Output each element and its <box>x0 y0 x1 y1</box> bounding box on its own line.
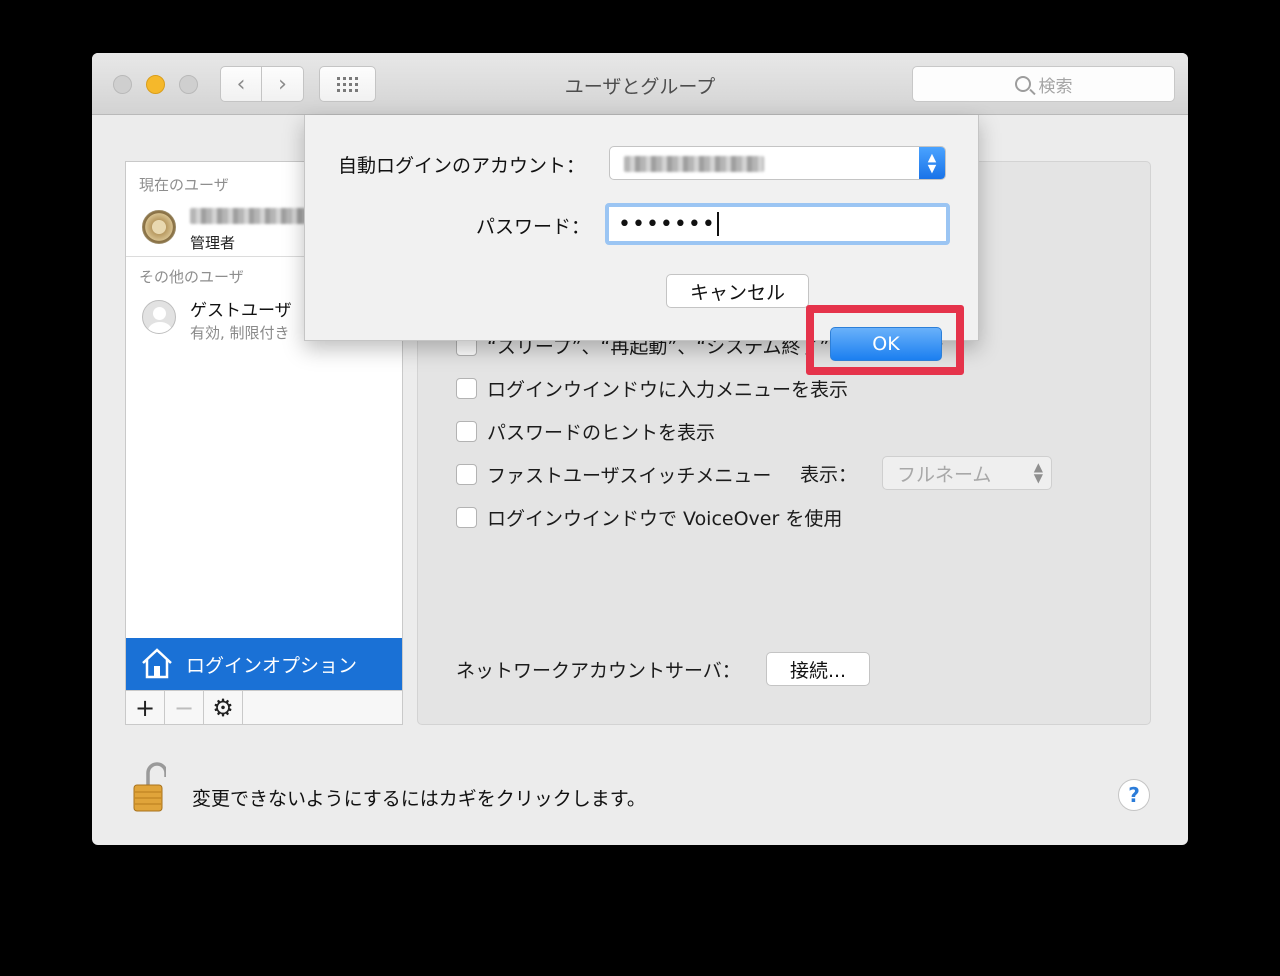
network-server-label: ネットワークアカウントサーバ： <box>456 660 741 682</box>
checkbox[interactable] <box>456 464 477 485</box>
checkbox-row[interactable]: ログインウインドウに入力メニューを表示 <box>456 375 848 402</box>
avatar <box>142 210 176 244</box>
user-name <box>190 208 310 229</box>
guest-name: ゲストユーザ <box>190 301 292 321</box>
remove-user-button[interactable]: − <box>165 691 204 725</box>
show-as-value: フルネーム <box>897 463 992 486</box>
checkbox[interactable] <box>456 421 477 442</box>
password-label: パスワード： <box>476 216 591 238</box>
search-placeholder: 検索 <box>1038 76 1073 97</box>
password-field[interactable]: ••••••• <box>605 203 950 245</box>
other-users-header: その他のユーザ <box>139 268 244 286</box>
current-users-header: 現在のユーザ <box>139 176 229 194</box>
help-button[interactable]: ? <box>1118 779 1150 811</box>
checkbox-row[interactable]: パスワードのヒントを表示 <box>456 418 715 445</box>
search-icon <box>1014 76 1031 92</box>
ok-button[interactable]: OK <box>830 327 942 361</box>
checkbox-label: パスワードのヒントを表示 <box>487 422 716 444</box>
checkbox-label: ログインウインドウに入力メニューを表示 <box>487 379 849 401</box>
checkbox-label: ログインウインドウで VoiceOver を使用 <box>487 508 843 530</box>
search-field[interactable]: 検索 <box>912 66 1175 102</box>
checkbox-label: ファストユーザスイッチメニュー <box>487 465 772 487</box>
lock-icon[interactable] <box>132 759 166 813</box>
text-cursor <box>716 212 719 236</box>
guest-avatar-icon <box>142 300 176 334</box>
preferences-window: ‹ › ユーザとグループ 検索 現在のユーザ 管理者 その他のユーザ ゲストユー… <box>92 53 1188 845</box>
guest-status: 有効, 制限付き <box>190 324 290 342</box>
sidebar-toolbar: + − ⚙ <box>126 690 402 725</box>
house-icon <box>142 648 172 679</box>
checkbox[interactable] <box>456 378 477 399</box>
login-options-item[interactable]: ログインオプション <box>126 638 402 690</box>
updown-arrows-icon: ▲ ▼ <box>919 147 945 179</box>
show-as-popup[interactable]: フルネーム ▲ ▼ <box>882 456 1052 490</box>
lock-status-text: 変更できないようにするにはカギをクリックします。 <box>192 788 646 810</box>
redacted-account-name <box>624 156 764 172</box>
auto-login-account-popup[interactable]: ▲ ▼ <box>609 146 946 180</box>
title-bar: ‹ › ユーザとグループ 検索 <box>92 53 1188 115</box>
add-user-button[interactable]: + <box>126 691 165 725</box>
password-value: ••••••• <box>618 211 716 237</box>
checkbox-row[interactable]: ログインウインドウで VoiceOver を使用 <box>456 504 842 531</box>
cancel-button[interactable]: キャンセル <box>666 274 809 308</box>
login-options-label: ログインオプション <box>186 654 358 677</box>
updown-arrows-icon: ▲ ▼ <box>1033 460 1043 485</box>
checkbox[interactable] <box>456 507 477 528</box>
gear-icon[interactable]: ⚙ <box>204 691 243 725</box>
redacted-name <box>190 208 310 224</box>
show-label: 表示： <box>800 464 858 486</box>
user-role: 管理者 <box>190 234 236 252</box>
connect-button[interactable]: 接続... <box>766 652 870 686</box>
checkbox-row[interactable]: ファストユーザスイッチメニュー <box>456 461 771 488</box>
auto-login-label: 自動ログインのアカウント： <box>338 155 586 177</box>
